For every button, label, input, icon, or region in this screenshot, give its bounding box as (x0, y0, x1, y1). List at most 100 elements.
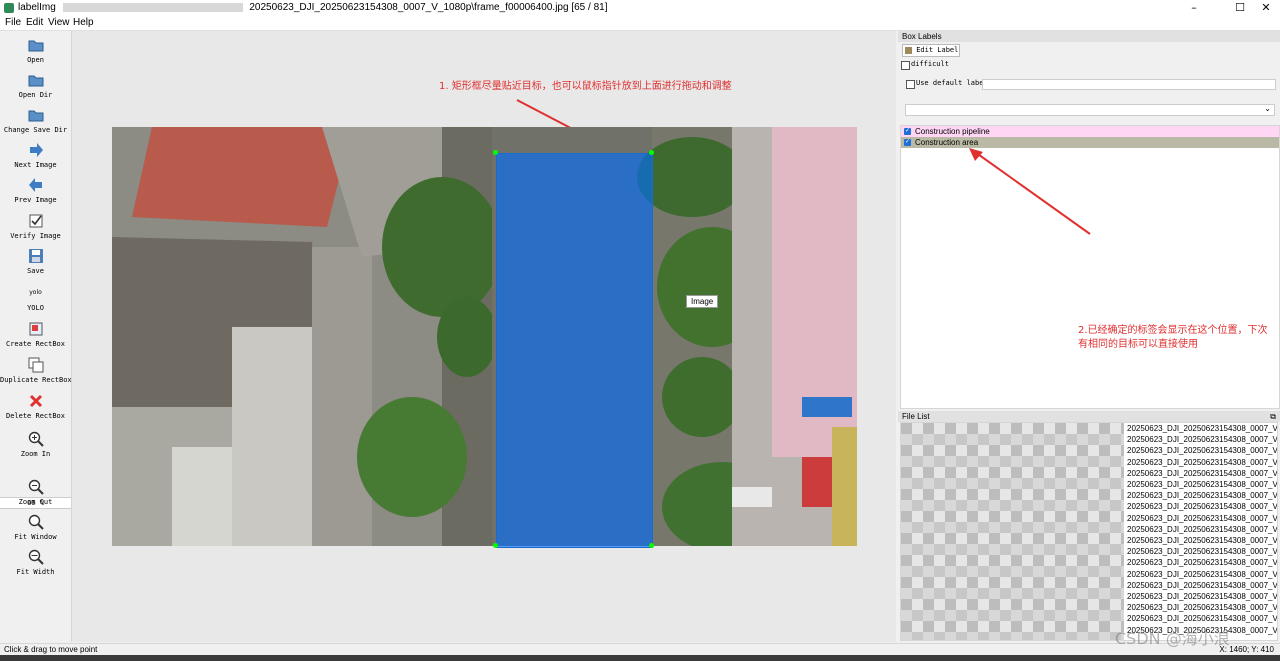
image-canvas[interactable]: 1. 矩形框尽量贴近目标，也可以鼠标指针放到上面进行拖动和调整 Image (72, 31, 896, 642)
box-handle-bottom-left[interactable] (493, 543, 498, 548)
rect-icon (29, 322, 42, 336)
label-item-construction-pipeline[interactable]: ✓ Construction pipeline (901, 126, 1279, 137)
yolo-button[interactable]: yolo YOLO (0, 285, 71, 312)
labelimg-app-icon (4, 3, 14, 13)
file-list-item[interactable]: 20250623_DJI_20250623154308_0007_V_10 (1127, 479, 1277, 490)
fit-width-button[interactable]: Fit Width (0, 549, 71, 576)
duplicate-rectbox-label: Duplicate RectBox (0, 376, 72, 384)
left-toolbar: Open Open Dir Change Save Dir Next Image… (0, 31, 72, 642)
aerial-photo (112, 127, 857, 546)
file-list-item[interactable]: 20250623_DJI_20250623154308_0007_V_10 (1127, 557, 1277, 568)
label-combobox[interactable]: ⌄ (905, 104, 1275, 116)
menu-view[interactable]: View (48, 17, 70, 28)
file-list-item[interactable]: 20250623_DJI_20250623154308_0007_V_10 (1127, 490, 1277, 501)
file-list-item[interactable]: 20250623_DJI_20250623154308_0007_V_10 (1127, 434, 1277, 445)
label-list[interactable]: ✓ Construction pipeline ✓ Construction a… (900, 125, 1280, 409)
zoom-out-button[interactable]: Zoom Out (0, 479, 71, 506)
fit-width-icon (28, 549, 44, 565)
label-item-text: Construction pipeline (915, 127, 990, 136)
default-label-input[interactable] (982, 79, 1276, 90)
create-rectbox-button[interactable]: Create RectBox (0, 321, 71, 348)
create-rectbox-label: Create RectBox (5, 340, 65, 348)
menu-edit[interactable]: Edit (26, 17, 43, 28)
box-handle-top-left[interactable] (493, 150, 498, 155)
zoom-out-label: Zoom Out (18, 498, 53, 506)
next-image-button[interactable]: Next Image (0, 142, 71, 169)
folder-save-icon (28, 110, 43, 122)
fit-window-label: Fit Window (14, 533, 57, 541)
file-list-item[interactable]: 20250623_DJI_20250623154308_0007_V_10 (1127, 602, 1277, 613)
open-button[interactable]: Open (0, 37, 71, 64)
image-counter: [65 / 81] (571, 2, 608, 13)
menu-bar: File Edit View Help (0, 16, 1280, 31)
file-list-item[interactable]: 20250623_DJI_20250623154308_0007_V_10 (1127, 591, 1277, 602)
zoom-out-icon (28, 479, 44, 495)
use-default-label-checkbox[interactable] (906, 80, 915, 89)
title-bar: labelImg 20250623_DJI_20250623154308_000… (0, 0, 1280, 16)
file-list-item[interactable]: 20250623_DJI_20250623154308_0007_V_10 (1127, 445, 1277, 456)
box-handle-bottom-right[interactable] (649, 543, 654, 548)
annotation-note-2-line-2: 有相同的目标可以直接使用 (1078, 339, 1198, 350)
file-list-item[interactable]: 20250623_DJI_20250623154308_0007_V_10 (1127, 580, 1277, 591)
save-label: Save (27, 267, 44, 275)
maximize-button[interactable]: ☐ (1226, 1, 1254, 15)
open-label: Open (27, 56, 44, 64)
menu-file[interactable]: File (5, 17, 21, 28)
file-list-item[interactable]: 20250623_DJI_20250623154308_0007_V_10 (1127, 513, 1277, 524)
close-button[interactable]: ✕ (1252, 1, 1280, 15)
fit-window-button[interactable]: Fit Window (0, 514, 71, 541)
file-list-item[interactable]: 20250623_DJI_20250623154308_0007_V_10 (1127, 524, 1277, 535)
annotation-note-1: 1. 矩形框尽量贴近目标，也可以鼠标指针放到上面进行拖动和调整 (439, 81, 732, 92)
label-checkbox-checked-icon[interactable]: ✓ (904, 139, 911, 146)
zoom-in-label: Zoom In (20, 450, 51, 458)
file-list-item[interactable]: 20250623_DJI_20250623154308_0007_V_10 (1127, 535, 1277, 546)
open-dir-button[interactable]: Open Dir (0, 72, 71, 99)
blurred-thumbnails (901, 423, 1124, 640)
status-message: Click & drag to move point (4, 645, 98, 654)
redacted-path (62, 2, 243, 12)
difficult-checkbox[interactable] (901, 61, 910, 70)
edit-label-icon (905, 46, 912, 54)
zoom-in-icon (28, 431, 44, 447)
float-dock-icon[interactable]: ⧉ (1270, 411, 1276, 422)
os-taskbar (0, 655, 1280, 661)
duplicate-rectbox-button[interactable]: Duplicate RectBox (0, 357, 72, 384)
file-list-item[interactable]: 20250623_DJI_20250623154308_0007_V_10 (1127, 613, 1277, 624)
prev-image-button[interactable]: Prev Image (0, 177, 71, 204)
box-labels-title: Box Labels (898, 31, 1280, 42)
file-list-item[interactable]: 20250623_DJI_20250623154308_0007_V_10 (1127, 569, 1277, 580)
file-list-item[interactable]: 20250623_DJI_20250623154308_0007_V_10 (1127, 501, 1277, 512)
file-list[interactable]: 20250623_DJI_20250623154308_0007_V_10 202… (900, 422, 1278, 641)
save-button[interactable]: Save (0, 248, 71, 275)
delete-rectbox-label: Delete RectBox (5, 412, 65, 420)
file-list-item[interactable]: 20250623_DJI_20250623154308_0007_V_10 (1127, 546, 1277, 557)
file-list-item[interactable]: 20250623_DJI_20250623154308_0007_V_10 (1127, 468, 1277, 479)
bounding-box-construction-area[interactable] (496, 153, 653, 548)
prev-image-label: Prev Image (14, 196, 57, 204)
delete-rectbox-button[interactable]: Delete RectBox (0, 393, 71, 420)
difficult-label: difficult (911, 60, 949, 68)
window-title: labelImg 20250623_DJI_20250623154308_000… (18, 2, 607, 13)
yolo-icon: yolo (29, 289, 42, 296)
edit-label-button[interactable]: Edit Label (902, 44, 960, 57)
label-checkbox-checked-icon[interactable]: ✓ (904, 128, 911, 135)
change-save-dir-label: Change Save Dir (3, 126, 68, 134)
box-handle-top-right[interactable] (649, 150, 654, 155)
csdn-watermark: CSDN @海小浪 (1115, 629, 1230, 648)
zoom-in-button[interactable]: Zoom In (0, 431, 71, 458)
app-name: labelImg (18, 2, 56, 13)
file-list-item[interactable]: 20250623_DJI_20250623154308_0007_V_10 (1127, 457, 1277, 468)
checkbox-icon (29, 214, 42, 228)
file-list-title: File List ⧉ (898, 411, 1280, 422)
open-dir-label: Open Dir (18, 91, 53, 99)
folder-open-icon (28, 40, 43, 52)
annotation-note-2: 2.已经确定的标签会显示在这个位置，下次 有相同的目标可以直接使用 (1078, 324, 1268, 352)
file-list-item[interactable]: 20250623_DJI_20250623154308_0007_V_10 (1127, 423, 1277, 434)
verify-image-button[interactable]: Verify Image (0, 213, 71, 240)
annotation-note-2-line-1: 2.已经确定的标签会显示在这个位置，下次 (1078, 325, 1268, 336)
change-save-dir-button[interactable]: Change Save Dir (0, 107, 71, 134)
delete-icon (29, 394, 42, 408)
minimize-button[interactable]: – (1180, 1, 1208, 15)
duplicate-icon (28, 357, 43, 373)
menu-help[interactable]: Help (73, 17, 94, 28)
